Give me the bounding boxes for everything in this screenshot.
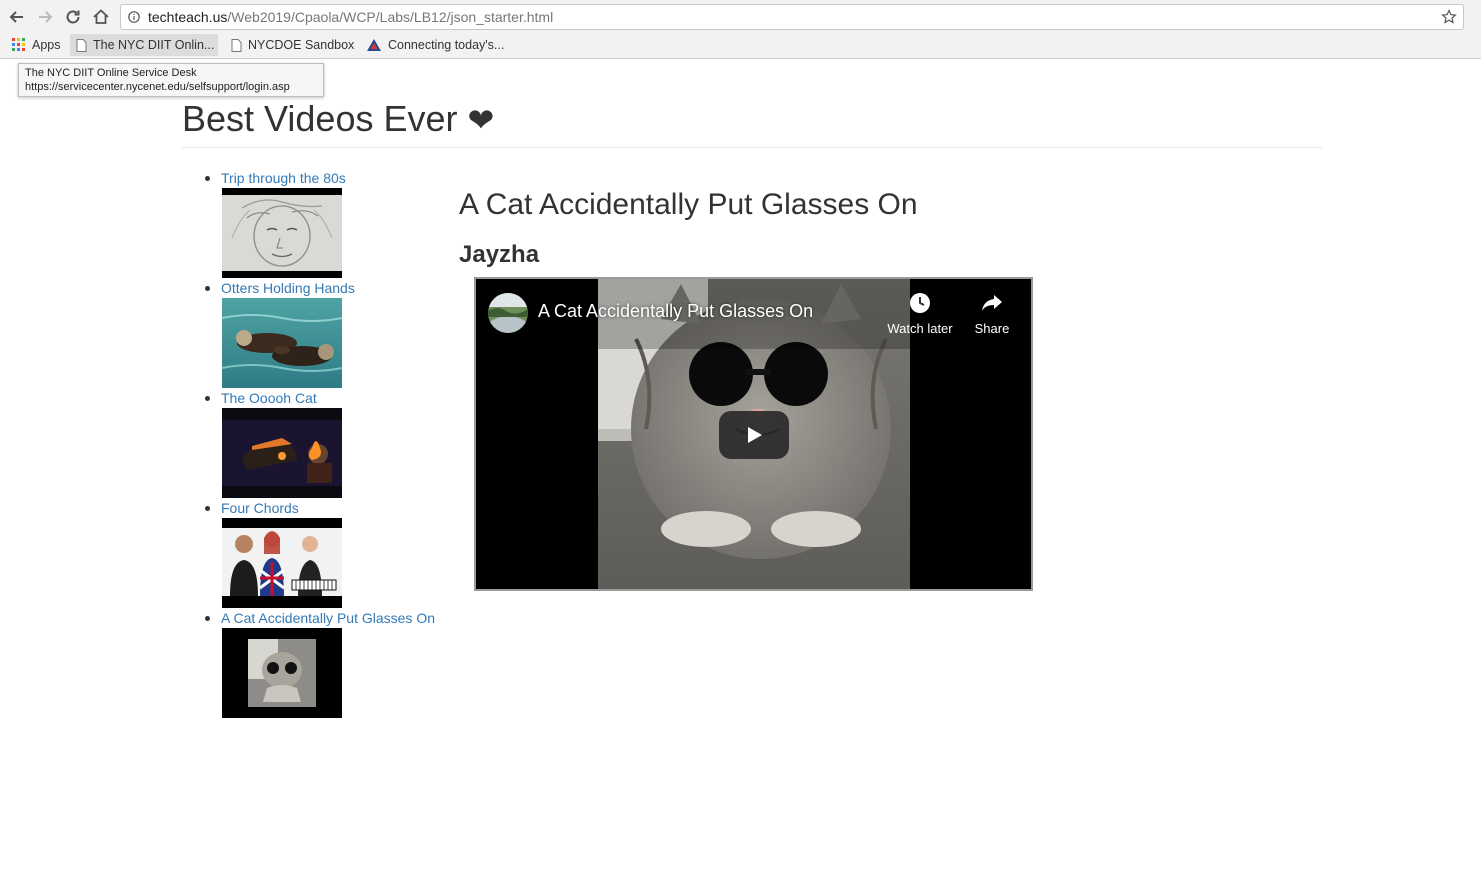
video-thumbnail[interactable]	[222, 628, 342, 718]
tooltip-title: The NYC DIIT Online Service Desk	[25, 67, 197, 79]
list-bullet	[205, 286, 210, 291]
video-thumbnail[interactable]	[222, 518, 342, 608]
bookmark-label: Apps	[32, 38, 61, 52]
video-list-item: A Cat Accidentally Put Glasses On	[205, 610, 455, 720]
video-player[interactable]: A Cat Accidentally Put Glasses On Watch …	[474, 277, 1033, 591]
video-link[interactable]: A Cat Accidentally Put Glasses On	[221, 610, 435, 626]
url-path: /Web2019/Cpaola/WCP/Labs/LB12/json_start…	[227, 9, 554, 25]
bookmark-label: Connecting today's...	[388, 38, 505, 52]
watch-later-label: Watch later	[887, 321, 953, 336]
selected-video-title: A Cat Accidentally Put Glasses On	[459, 188, 918, 221]
home-icon	[93, 9, 109, 24]
tooltip-url: https://servicecenter.nycenet.edu/selfsu…	[25, 81, 290, 93]
list-bullet	[205, 396, 210, 401]
channel-avatar[interactable]	[488, 293, 528, 333]
forward-arrow-icon	[39, 11, 53, 23]
share-button[interactable]: Share	[966, 291, 1018, 336]
url-host: techteach.us	[148, 9, 228, 25]
home-button[interactable]	[90, 6, 112, 28]
bookmark-tooltip: The NYC DIIT Online Service Desk https:/…	[18, 63, 324, 97]
forward-button[interactable]	[34, 6, 56, 28]
channel-avatar-image	[488, 293, 528, 333]
watch-later-button[interactable]: Watch later	[880, 291, 960, 336]
url-text: techteach.us/Web2019/Cpaola/WCP/Labs/LB1…	[148, 9, 553, 25]
list-bullet	[205, 616, 210, 621]
list-bullet	[205, 176, 210, 181]
player-title[interactable]: A Cat Accidentally Put Glasses On	[538, 301, 813, 322]
bookmarks-bar: Apps The NYC DIIT Onlin... NYCDOE Sandbo…	[0, 34, 1481, 56]
bookmark-star-icon[interactable]	[1441, 9, 1457, 25]
selected-video-author: Jayzha	[459, 241, 540, 268]
reload-button[interactable]	[62, 6, 84, 28]
four-chords-image	[222, 518, 342, 608]
browser-chrome: techteach.us/Web2019/Cpaola/WCP/Labs/LB1…	[0, 0, 1481, 59]
sketch-face-image	[222, 188, 342, 278]
page-title: Best Videos Ever ❤	[182, 96, 494, 143]
page-icon	[76, 38, 87, 52]
video-thumbnail[interactable]	[222, 298, 342, 388]
address-bar[interactable]: techteach.us/Web2019/Cpaola/WCP/Labs/LB1…	[120, 4, 1464, 30]
video-thumbnail[interactable]	[222, 408, 342, 498]
share-label: Share	[974, 321, 1010, 336]
page-icon	[231, 38, 242, 52]
list-bullet	[205, 506, 210, 511]
site-logo-icon	[367, 39, 381, 51]
page-title-text: Best Videos Ever	[182, 98, 458, 139]
apps-grid-icon	[12, 38, 25, 51]
bookmark-nyc-diit[interactable]: The NYC DIIT Onlin...	[70, 34, 219, 56]
video-list-item: The Ooooh Cat	[205, 390, 455, 500]
video-thumbnail[interactable]	[222, 188, 342, 278]
ooooh-cat-image	[222, 408, 342, 498]
bookmark-connecting-today[interactable]: Connecting today's...	[366, 34, 504, 56]
reload-icon	[66, 10, 80, 24]
back-button[interactable]	[6, 6, 28, 28]
play-icon	[748, 427, 762, 443]
back-arrow-icon	[9, 11, 23, 23]
video-link[interactable]: The Ooooh Cat	[221, 390, 317, 406]
bookmark-label: NYCDOE Sandbox	[248, 38, 355, 52]
video-link[interactable]: Four Chords	[221, 500, 299, 516]
bookmark-label: The NYC DIIT Onlin...	[93, 38, 215, 52]
video-link[interactable]: Trip through the 80s	[221, 170, 346, 186]
info-icon[interactable]	[128, 11, 140, 23]
video-link[interactable]: Otters Holding Hands	[221, 280, 355, 296]
video-list-item: Otters Holding Hands	[205, 280, 455, 390]
bookmark-apps[interactable]: Apps	[12, 34, 61, 56]
cat-glasses-thumbnail-image	[222, 628, 342, 718]
play-button[interactable]	[719, 411, 789, 459]
otters-image	[222, 298, 342, 388]
clock-icon	[910, 293, 930, 313]
share-arrow-icon	[982, 295, 1002, 311]
heart-icon: ❤	[467, 102, 495, 138]
title-divider	[182, 147, 1322, 148]
video-list: Trip through the 80s Otters Holding Hand…	[205, 170, 455, 720]
video-list-item: Trip through the 80s	[205, 170, 455, 280]
bookmark-nycdoe-sandbox[interactable]: NYCDOE Sandbox	[231, 34, 354, 56]
video-list-item: Four Chords	[205, 500, 455, 610]
